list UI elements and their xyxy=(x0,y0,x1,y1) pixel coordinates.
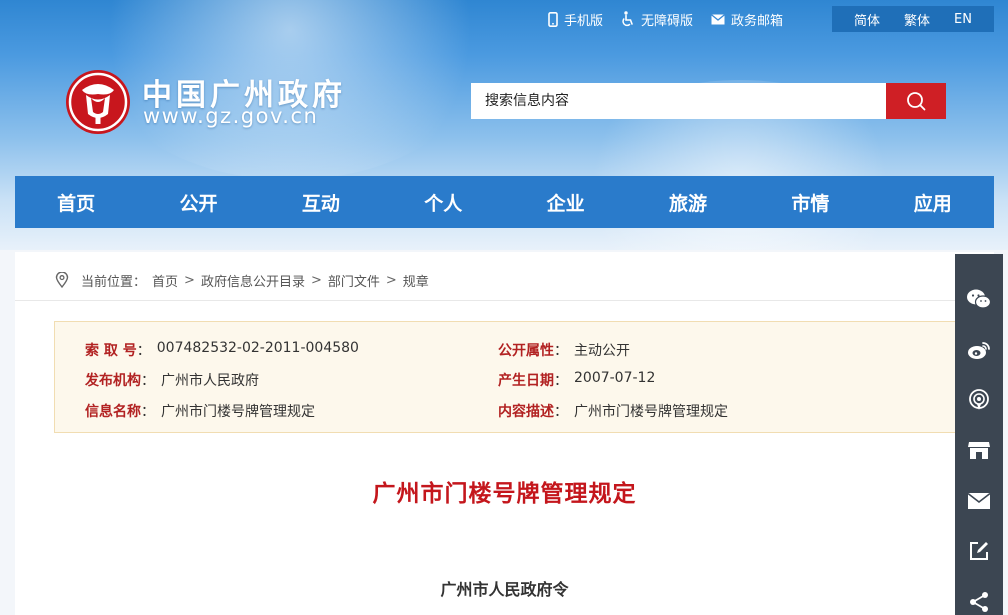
mail-icon xyxy=(711,13,725,24)
meta-index-label: 索 取 号 xyxy=(85,343,137,359)
meta-index-value: 007482532-02-2011-004580 xyxy=(156,340,359,356)
nav-item-apps[interactable]: 应用 xyxy=(872,189,994,216)
nav-item-home[interactable]: 首页 xyxy=(15,189,137,216)
meta-attr-value: 主动公开 xyxy=(574,343,630,359)
share-icon xyxy=(970,591,988,612)
lang-traditional[interactable]: 繁体 xyxy=(904,10,930,29)
meta-org-row: 发布机构 ： 广州市人民政府 xyxy=(85,370,259,390)
document-metadata: 索 取 号 ： 007482532-02-2011-004580 公开属性 ： … xyxy=(54,321,959,433)
meta-org-value: 广州市人民政府 xyxy=(161,373,259,389)
nav-item-city-info[interactable]: 市情 xyxy=(749,189,871,216)
search-icon xyxy=(907,92,926,111)
accessibility-version-label: 无障碍版 xyxy=(641,13,694,29)
breadcrumb-home[interactable]: 首页 xyxy=(152,271,178,290)
meta-org-label: 发布机构 xyxy=(85,373,141,389)
mobile-icon xyxy=(548,11,558,27)
breadcrumb-gov-info[interactable]: 政府信息公开目录 xyxy=(201,271,305,290)
mail-icon xyxy=(967,492,991,509)
nav-item-tourism[interactable]: 旅游 xyxy=(627,189,749,216)
meta-name-row: 信息名称 ： 广州市门楼号牌管理规定 xyxy=(85,401,315,421)
breadcrumb-prefix: 当前位置： xyxy=(81,274,147,290)
search-input[interactable] xyxy=(471,83,886,119)
breadcrumb-dept-docs[interactable]: 部门文件 xyxy=(328,271,380,290)
nav-item-enterprise[interactable]: 企业 xyxy=(505,189,627,216)
document-subtitle: 广州市人民政府令 xyxy=(440,580,569,599)
meta-attr-label: 公开属性 xyxy=(498,343,554,359)
podcast-icon xyxy=(969,389,989,411)
search-button[interactable] xyxy=(886,83,946,119)
breadcrumb: 当前位置： 首页 > 政府信息公开目录 > 部门文件 > 规章 xyxy=(55,270,429,290)
accessibility-icon xyxy=(622,11,633,27)
main-content: 当前位置： 首页 > 政府信息公开目录 > 部门文件 > 规章 索 取 号 ： … xyxy=(15,252,994,615)
weibo-icon xyxy=(968,341,990,359)
location-pin-icon xyxy=(55,272,69,288)
breadcrumb-separator: > xyxy=(385,272,397,288)
meta-index-row: 索 取 号 ： 007482532-02-2011-004580 xyxy=(85,340,359,359)
meta-desc-label: 内容描述 xyxy=(498,404,554,420)
meta-desc-value: 广州市门楼号牌管理规定 xyxy=(574,404,728,420)
meta-desc-row: 内容描述 ： 广州市门楼号牌管理规定 xyxy=(498,401,728,421)
mobile-version-link[interactable]: 手机版 xyxy=(548,10,603,29)
share-more-button[interactable] xyxy=(964,589,994,615)
store-share-button[interactable] xyxy=(964,437,994,463)
gov-mail-link[interactable]: 政务邮箱 xyxy=(711,10,783,29)
edit-share-button[interactable] xyxy=(964,538,994,564)
lang-english[interactable]: EN xyxy=(954,12,972,27)
meta-date-row: 产生日期 ： 2007-07-12 xyxy=(498,370,656,389)
share-rail xyxy=(955,254,1003,615)
wechat-icon xyxy=(967,289,992,309)
search-bar xyxy=(471,83,946,119)
meta-name-label: 信息名称 xyxy=(85,404,141,420)
meta-date-label: 产生日期 xyxy=(498,373,554,389)
breadcrumb-divider xyxy=(15,300,994,301)
gz-emblem-logo[interactable] xyxy=(64,68,132,136)
meta-date-value: 2007-07-12 xyxy=(574,370,656,386)
main-nav: 首页 公开 互动 个人 企业 旅游 市情 应用 xyxy=(15,176,994,228)
nav-item-personal[interactable]: 个人 xyxy=(382,189,504,216)
meta-attr-row: 公开属性 ： 主动公开 xyxy=(498,340,630,360)
store-icon xyxy=(968,442,990,460)
document-title: 广州市门楼号牌管理规定 xyxy=(372,481,637,507)
edit-icon xyxy=(970,542,988,561)
nav-item-interaction[interactable]: 互动 xyxy=(260,189,382,216)
meta-name-value: 广州市门楼号牌管理规定 xyxy=(161,404,315,420)
top-utility-bar: 手机版 无障碍版 政务邮箱 xyxy=(548,8,783,30)
breadcrumb-separator: > xyxy=(310,272,322,288)
nav-item-public[interactable]: 公开 xyxy=(138,189,260,216)
podcast-share-button[interactable] xyxy=(964,387,994,413)
language-switcher: 简体 繁体 EN xyxy=(832,6,994,32)
mobile-version-label: 手机版 xyxy=(564,13,604,29)
weibo-share-button[interactable] xyxy=(964,336,994,362)
accessibility-version-link[interactable]: 无障碍版 xyxy=(621,10,693,29)
site-url: www.gz.gov.cn xyxy=(143,104,319,128)
email-share-button[interactable] xyxy=(964,488,994,514)
gov-mail-label: 政务邮箱 xyxy=(731,13,784,29)
wechat-share-button[interactable] xyxy=(964,286,994,312)
breadcrumb-regulations[interactable]: 规章 xyxy=(403,271,429,290)
breadcrumb-separator: > xyxy=(184,272,195,288)
lang-simplified[interactable]: 简体 xyxy=(854,10,880,29)
